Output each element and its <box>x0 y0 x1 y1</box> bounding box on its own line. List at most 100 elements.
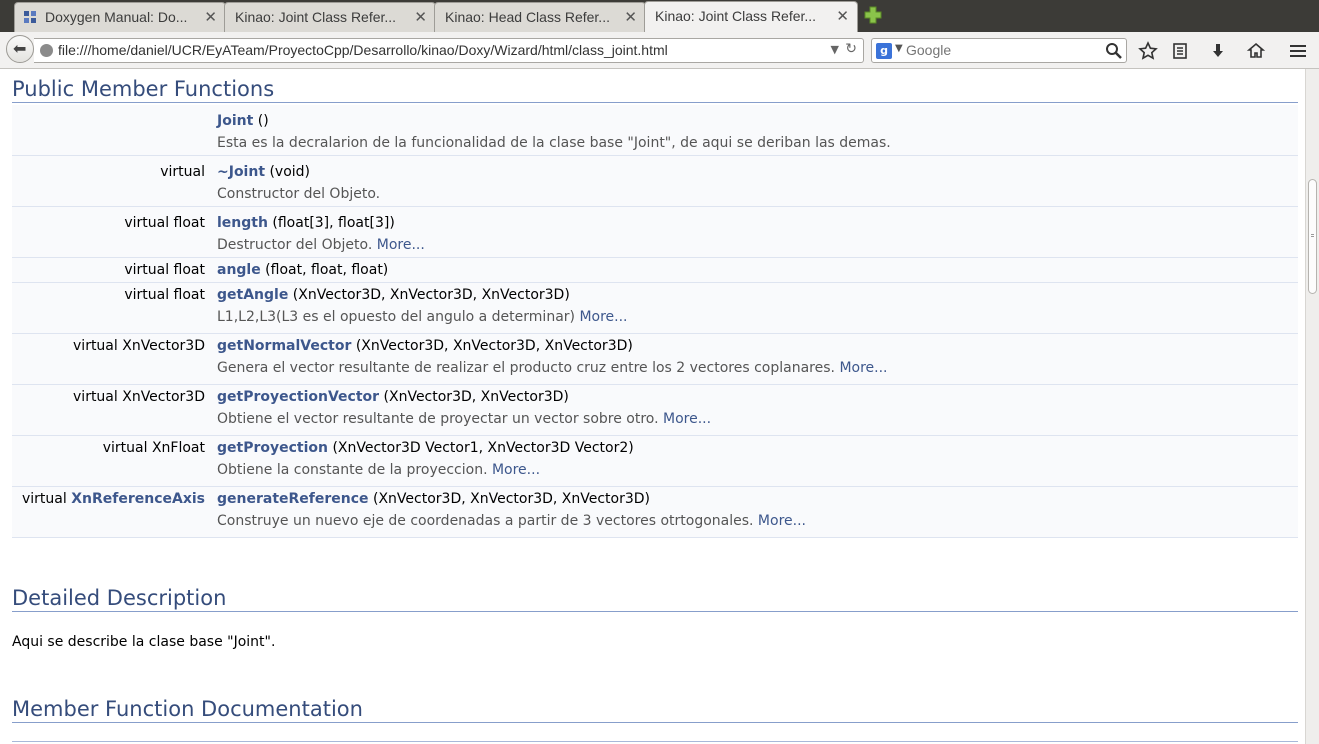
detailed-description-heading: Detailed Description <box>12 586 1298 612</box>
member-signature: angle (float, float, float) <box>217 262 388 278</box>
desc-text: Constructor del Objeto. <box>217 186 381 202</box>
detailed-description-text: Aqui se describe la clase base "Joint". <box>12 634 276 650</box>
tab-label: Kinao: Joint Class Refer... <box>655 8 817 24</box>
scrollbar-thumb[interactable] <box>1308 179 1317 294</box>
member-link[interactable]: getAngle <box>217 287 288 303</box>
member-args: (void) <box>265 164 311 180</box>
desc-text: Construye un nuevo eje de coordenadas a … <box>217 513 758 529</box>
member-description: Obtiene la constante de la proyeccion. M… <box>217 462 540 478</box>
more-link[interactable]: More... <box>377 237 425 253</box>
member-functions-table: Joint () Esta es la decralarion de la fu… <box>12 105 1298 538</box>
more-link[interactable]: More... <box>758 513 806 529</box>
close-icon[interactable]: ✕ <box>836 7 849 25</box>
arrow-left-icon: ⬅ <box>13 39 27 58</box>
member-description: Destructor del Objeto. More... <box>217 237 425 253</box>
page-content: Public Member Functions Joint () Esta es… <box>0 69 1305 744</box>
url-text[interactable]: file:///home/daniel/UCR/EyATeam/Proyecto… <box>58 42 668 58</box>
close-icon[interactable]: ✕ <box>204 8 217 26</box>
member-args: (float[3], float[3]) <box>267 215 395 231</box>
grip-icon <box>1311 234 1314 237</box>
member-return-type: virtual XnFloat <box>102 440 205 456</box>
member-description: Genera el vector resultante de realizar … <box>217 360 888 376</box>
return-type-link[interactable]: XnReferenceAxis <box>71 491 205 507</box>
member-link[interactable]: getNormalVector <box>217 338 351 354</box>
close-icon[interactable]: ✕ <box>624 8 637 26</box>
member-signature: getNormalVector (XnVector3D, XnVector3D,… <box>217 338 633 354</box>
member-args: (XnVector3D, XnVector3D, XnVector3D) <box>368 491 651 507</box>
tab-label: Kinao: Joint Class Refer... <box>235 9 397 25</box>
member-link[interactable]: length <box>217 215 268 231</box>
table-row: virtual float length (float[3], float[3]… <box>12 207 1298 258</box>
download-arrow-icon[interactable] <box>1208 41 1228 61</box>
member-args: (XnVector3D, XnVector3D, XnVector3D) <box>351 338 633 354</box>
more-link[interactable]: More... <box>663 411 711 427</box>
member-function-documentation-heading: Member Function Documentation <box>12 697 1298 723</box>
member-link[interactable]: generateReference <box>217 491 369 507</box>
member-link[interactable]: Joint <box>217 113 253 129</box>
member-return-type: virtual float <box>124 287 205 303</box>
member-signature: Joint () <box>217 113 269 129</box>
member-description: Esta es la decralarion de la funcionalid… <box>217 135 891 151</box>
tab-bar: Doxygen Manual: Do... ✕ Kinao: Joint Cla… <box>0 0 1319 32</box>
history-dropdown-icon[interactable]: ▼ <box>831 43 839 56</box>
tab-joint-class[interactable]: Kinao: Joint Class Refer... ✕ <box>224 2 436 32</box>
bookmark-star-icon[interactable] <box>1138 41 1158 61</box>
more-link[interactable]: More... <box>492 462 540 478</box>
table-row: virtual ~Joint (void) Constructor del Ob… <box>12 156 1298 207</box>
tab-joint-class-active[interactable]: Kinao: Joint Class Refer... ✕ <box>644 1 858 32</box>
table-row: virtual XnVector3D getNormalVector (XnVe… <box>12 334 1298 385</box>
globe-icon <box>40 44 53 57</box>
search-bar[interactable]: g ▼ <box>871 38 1127 63</box>
close-icon[interactable]: ✕ <box>414 8 427 26</box>
menu-hamburger-icon[interactable] <box>1288 41 1308 61</box>
desc-text: Obtiene la constante de la proyeccion. <box>217 462 492 478</box>
table-row: virtual XnFloat getProyection (XnVector3… <box>12 436 1298 487</box>
member-signature: getAngle (XnVector3D, XnVector3D, XnVect… <box>217 287 570 303</box>
member-description: Constructor del Objeto. <box>217 186 380 202</box>
member-args: (XnVector3D, XnVector3D) <box>379 389 569 405</box>
tab-head-class[interactable]: Kinao: Head Class Refer... ✕ <box>434 2 646 32</box>
member-return-type: virtual <box>160 164 205 180</box>
search-input[interactable] <box>906 40 1096 60</box>
member-args: (XnVector3D Vector1, XnVector3D Vector2) <box>328 440 634 456</box>
member-return-type: virtual XnReferenceAxis <box>12 491 205 507</box>
member-link[interactable]: angle <box>217 262 261 278</box>
member-args: (XnVector3D, XnVector3D, XnVector3D) <box>288 287 570 303</box>
desc-text: Esta es la decralarion de la funcionalid… <box>217 135 891 151</box>
member-args: () <box>253 113 269 129</box>
member-link[interactable]: getProyection <box>217 440 328 456</box>
member-signature: length (float[3], float[3]) <box>217 215 395 231</box>
divider <box>12 741 1298 742</box>
return-prefix: virtual <box>22 491 72 507</box>
more-link[interactable]: More... <box>579 309 627 325</box>
table-row: virtual XnVector3D getProyectionVector (… <box>12 385 1298 436</box>
member-description: Construye un nuevo eje de coordenadas a … <box>217 513 806 529</box>
table-row: Joint () Esta es la decralarion de la fu… <box>12 105 1298 156</box>
search-icon[interactable] <box>1105 42 1122 59</box>
vertical-scrollbar[interactable] <box>1305 69 1319 744</box>
member-signature: generateReference (XnVector3D, XnVector3… <box>217 491 650 507</box>
back-button[interactable]: ⬅ <box>6 35 34 63</box>
member-signature: getProyectionVector (XnVector3D, XnVecto… <box>217 389 569 405</box>
address-bar[interactable]: file:///home/daniel/UCR/EyATeam/Proyecto… <box>34 38 864 63</box>
table-row: virtual XnReferenceAxis generateReferenc… <box>12 487 1298 538</box>
navigation-bar: file:///home/daniel/UCR/EyATeam/Proyecto… <box>0 32 1319 69</box>
tab-doxygen-manual[interactable]: Doxygen Manual: Do... ✕ <box>14 2 226 32</box>
member-link[interactable]: getProyectionVector <box>217 389 379 405</box>
home-icon[interactable] <box>1246 41 1266 61</box>
table-row: virtual float getAngle (XnVector3D, XnVe… <box>12 283 1298 334</box>
member-description: Obtiene el vector resultante de proyecta… <box>217 411 711 427</box>
member-return-type: virtual XnVector3D <box>73 389 205 405</box>
doxygen-favicon-icon <box>24 11 36 23</box>
member-signature: getProyection (XnVector3D Vector1, XnVec… <box>217 440 634 456</box>
bookmarks-list-icon[interactable] <box>1170 41 1190 61</box>
new-tab-plus-icon[interactable] <box>864 6 882 24</box>
google-icon[interactable]: g <box>876 43 892 59</box>
member-description: L1,L2,L3(L3 es el opuesto del angulo a d… <box>217 309 628 325</box>
member-return-type: virtual float <box>124 262 205 278</box>
member-link[interactable]: ~Joint <box>217 164 265 180</box>
search-engine-dropdown-icon[interactable]: ▼ <box>895 43 903 54</box>
reload-icon[interactable]: ↻ <box>845 41 857 57</box>
tab-label: Doxygen Manual: Do... <box>45 9 188 25</box>
more-link[interactable]: More... <box>839 360 887 376</box>
